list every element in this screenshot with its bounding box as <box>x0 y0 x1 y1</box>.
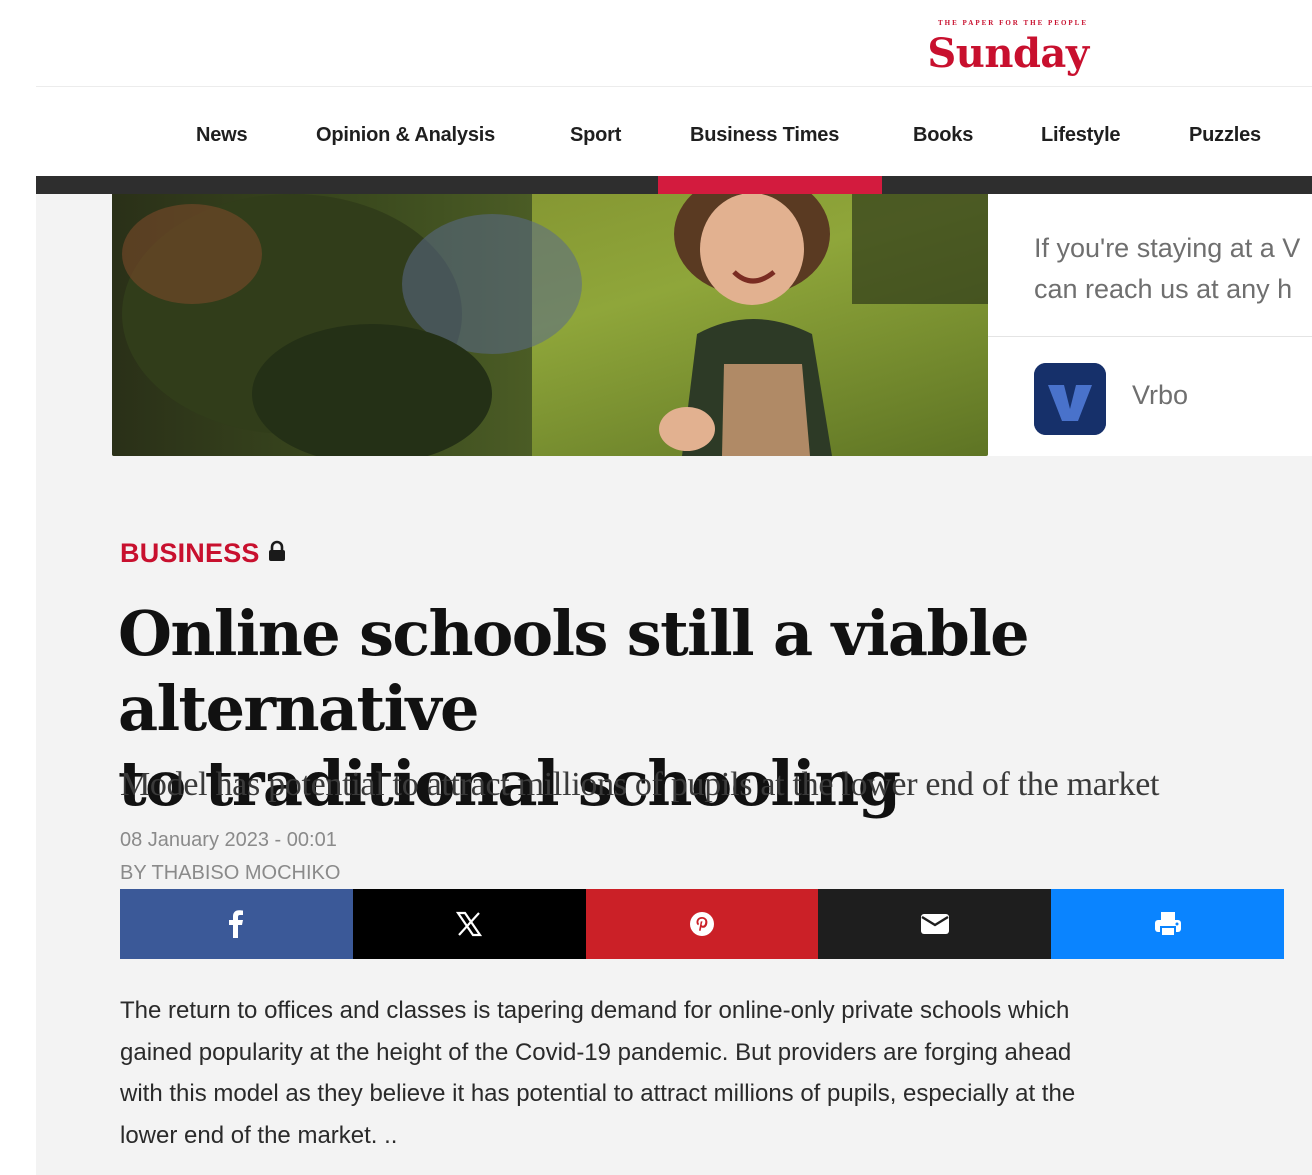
nav-item-puzzles[interactable]: Puzzles <box>1189 124 1261 147</box>
nav-item-lifestyle[interactable]: Lifestyle <box>1041 124 1121 147</box>
article-body: The return to offices and classes is tap… <box>120 990 1270 1156</box>
article-date: 08 January 2023 - 00:01 <box>120 829 337 851</box>
nav-item-opinion-analysis[interactable]: Opinion & Analysis <box>316 124 495 147</box>
share-bar <box>120 889 1284 959</box>
body-line-1: The return to offices and classes is tap… <box>120 997 1070 1024</box>
nav-item-books[interactable]: Books <box>913 124 973 147</box>
pinterest-icon <box>689 911 715 937</box>
vrbo-logo-icon[interactable] <box>1034 363 1106 435</box>
print-icon <box>1153 910 1183 938</box>
ad-copy: If you're staying at a V can reach us at… <box>1034 228 1312 310</box>
vrbo-logo-mark <box>1034 363 1106 435</box>
share-email-button[interactable] <box>818 889 1052 959</box>
nav-item-business-times[interactable]: Business Times <box>690 124 839 147</box>
body-line-3: with this model as they believe it has p… <box>120 1080 1076 1107</box>
ad-brand-name[interactable]: Vrbo <box>1132 380 1188 411</box>
facebook-icon <box>228 910 244 938</box>
share-pinterest-button[interactable] <box>585 889 819 959</box>
envelope-icon <box>920 913 950 935</box>
article-subheadline: Model has potential to attract millions … <box>120 766 1160 803</box>
body-line-2: gained popularity at the height of the C… <box>120 1038 1072 1066</box>
ad-photo <box>112 194 988 456</box>
ad-divider <box>988 336 1312 337</box>
share-facebook-button[interactable] <box>120 889 353 959</box>
ad-image[interactable] <box>112 194 988 456</box>
body-line-4: lower end of the market. .. <box>120 1121 398 1149</box>
share-x-button[interactable] <box>352 889 586 959</box>
x-icon <box>455 910 483 938</box>
section-name: BUSINESS <box>120 538 260 568</box>
article-byline[interactable]: BY THABISO MOCHIKO <box>120 862 340 885</box>
nav-item-news[interactable]: News <box>196 124 248 147</box>
ad-copy-line-1: If you're staying at a V <box>1034 233 1301 263</box>
section-label[interactable]: BUSINESS <box>120 538 286 569</box>
masthead-divider <box>36 86 1312 87</box>
share-print-button[interactable] <box>1051 889 1284 959</box>
nav-item-sport[interactable]: Sport <box>570 124 621 147</box>
headline-line-1: Online schools still a viable alternativ… <box>118 597 1030 745</box>
ad-copy-line-2: can reach us at any h <box>1034 274 1293 304</box>
main-nav: News Opinion & Analysis Sport Business T… <box>36 88 1312 176</box>
logo-tagline: THE PAPER FOR THE PEOPLE <box>937 19 1089 27</box>
nav-active-indicator <box>658 176 882 194</box>
masthead: THE PAPER FOR THE PEOPLE Sunday Times <box>0 0 1312 129</box>
lock-icon <box>268 538 286 569</box>
